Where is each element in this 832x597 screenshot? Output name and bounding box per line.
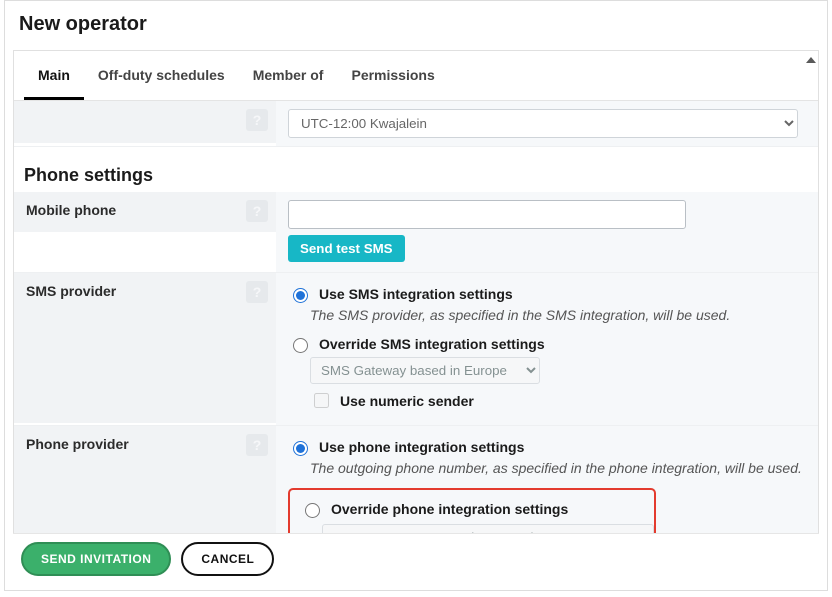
sms-provider-value: Use SMS integration settings The SMS pro… bbox=[276, 273, 818, 425]
sms-provider-label: SMS provider ? bbox=[14, 273, 276, 423]
sms-use-radio[interactable] bbox=[293, 288, 308, 303]
tab-main[interactable]: Main bbox=[24, 51, 84, 100]
mobile-phone-input[interactable] bbox=[288, 200, 686, 229]
help-icon[interactable]: ? bbox=[246, 281, 268, 303]
use-numeric-sender-label: Use numeric sender bbox=[340, 393, 474, 409]
phone-use-radio[interactable] bbox=[293, 441, 308, 456]
help-icon[interactable]: ? bbox=[246, 434, 268, 456]
timezone-select[interactable]: UTC-12:00 Kwajalein bbox=[288, 109, 798, 138]
phone-settings-heading: Phone settings bbox=[14, 147, 818, 192]
tab-off-duty-schedules[interactable]: Off-duty schedules bbox=[84, 51, 239, 100]
send-invitation-button[interactable]: SEND INVITATION bbox=[21, 542, 171, 576]
phone-override-label: Override phone integration settings bbox=[331, 501, 568, 517]
sms-override-radio[interactable] bbox=[293, 338, 308, 353]
tab-member-of[interactable]: Member of bbox=[239, 51, 338, 100]
tabs: Main Off-duty schedules Member of Permis… bbox=[14, 51, 818, 101]
timezone-label-cell: ? bbox=[14, 101, 276, 143]
send-test-sms-button[interactable]: Send test SMS bbox=[288, 235, 405, 262]
mobile-phone-label: Mobile phone ? bbox=[14, 192, 276, 232]
phone-override-radio[interactable] bbox=[305, 503, 320, 518]
sms-provider-label-text: SMS provider bbox=[26, 283, 116, 299]
sms-gateway-select[interactable]: SMS Gateway based in Europe bbox=[310, 357, 540, 384]
phone-provider-label-text: Phone provider bbox=[26, 436, 129, 452]
mobile-phone-row: Mobile phone ? Send test SMS bbox=[14, 192, 818, 273]
page-title: New operator bbox=[5, 1, 827, 50]
sms-use-label: Use SMS integration settings bbox=[319, 286, 513, 302]
tab-permissions[interactable]: Permissions bbox=[337, 51, 448, 100]
mobile-phone-value: Send test SMS bbox=[276, 192, 818, 272]
timezone-row: ? UTC-12:00 Kwajalein bbox=[14, 101, 818, 147]
sms-use-description: The SMS provider, as specified in the SM… bbox=[310, 307, 806, 323]
cancel-button[interactable]: CANCEL bbox=[181, 542, 274, 576]
footer: SEND INVITATION CANCEL bbox=[13, 533, 819, 584]
use-numeric-sender-checkbox[interactable] bbox=[314, 393, 329, 408]
phone-use-label: Use phone integration settings bbox=[319, 439, 524, 455]
sms-override-label: Override SMS integration settings bbox=[319, 336, 545, 352]
help-icon[interactable]: ? bbox=[246, 200, 268, 222]
timezone-value-cell: UTC-12:00 Kwajalein bbox=[276, 101, 818, 146]
sms-provider-row: SMS provider ? Use SMS integration setti… bbox=[14, 273, 818, 426]
mobile-phone-label-text: Mobile phone bbox=[26, 202, 116, 218]
content-panel: Main Off-duty schedules Member of Permis… bbox=[13, 50, 819, 577]
scroll-up-icon[interactable] bbox=[806, 57, 816, 63]
phone-use-description: The outgoing phone number, as specified … bbox=[310, 460, 806, 476]
help-icon[interactable]: ? bbox=[246, 109, 268, 131]
